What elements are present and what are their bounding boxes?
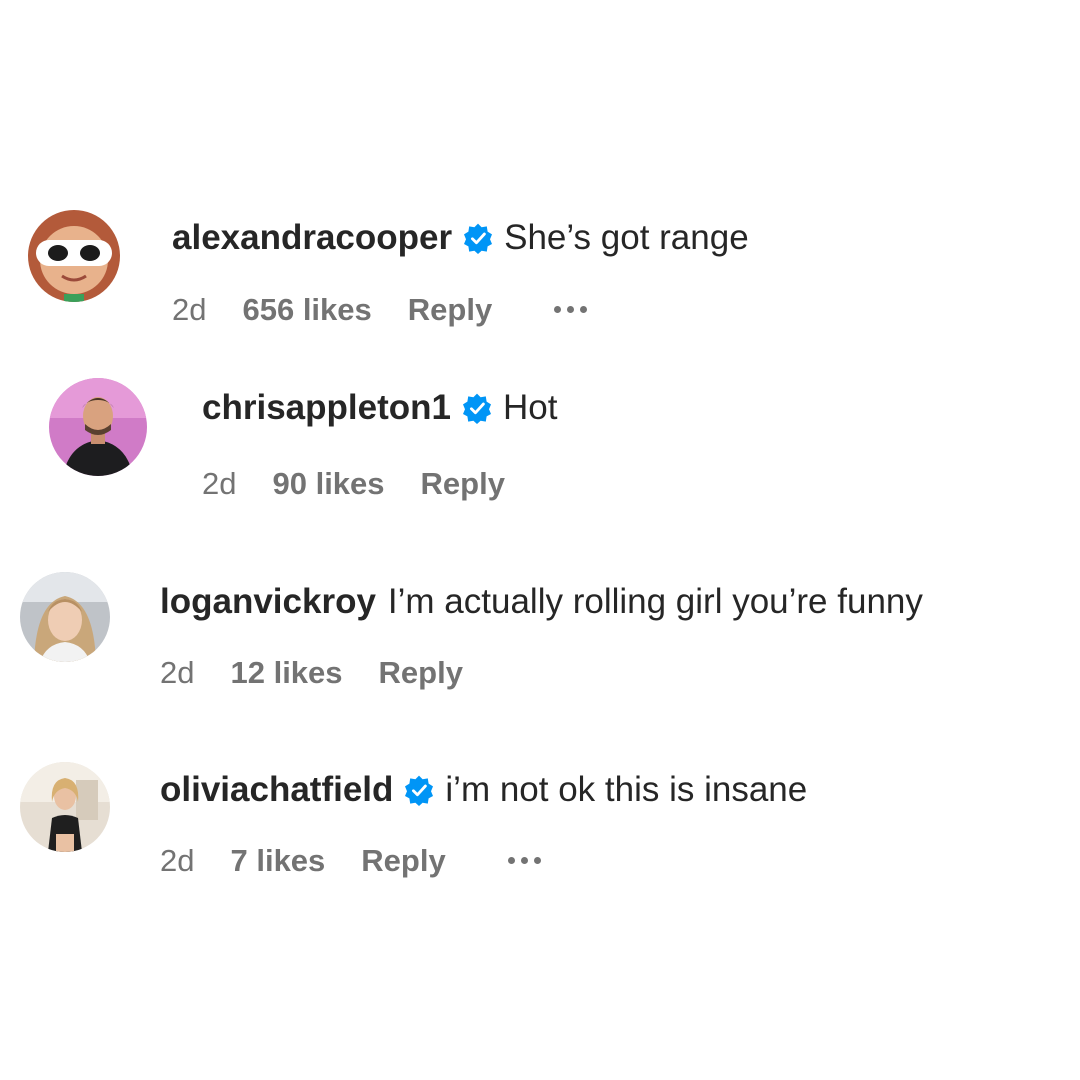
verified-badge-icon <box>462 222 494 254</box>
reply-button[interactable]: Reply <box>379 657 463 688</box>
more-options-icon[interactable] <box>554 306 588 313</box>
comment-meta: 2d 7 likes Reply <box>160 845 541 876</box>
verified-badge-icon <box>403 774 435 806</box>
avatar-image <box>20 572 110 662</box>
more-options-icon[interactable] <box>507 857 541 864</box>
likes-count[interactable]: 12 likes <box>230 657 342 688</box>
avatar-image <box>49 378 147 476</box>
likes-count[interactable]: 656 likes <box>242 294 371 325</box>
comment-line: loganvickroy I’m actually rolling girl y… <box>160 584 923 619</box>
likes-count[interactable]: 90 likes <box>272 468 384 499</box>
username[interactable]: alexandracooper <box>172 220 452 255</box>
verified-badge-icon <box>461 392 493 424</box>
reply-button[interactable]: Reply <box>361 845 445 876</box>
username[interactable]: chrisappleton1 <box>202 390 451 425</box>
comment-text: i’m not ok this is insane <box>445 770 808 809</box>
comment-meta: 2d 656 likes Reply <box>172 292 588 327</box>
avatar[interactable] <box>28 210 120 302</box>
likes-count[interactable]: 7 likes <box>230 845 325 876</box>
avatar[interactable] <box>20 762 110 852</box>
avatar[interactable] <box>20 572 110 662</box>
avatar-image <box>20 762 110 852</box>
comment-line: alexandracooper She’s got range <box>172 220 749 255</box>
comment-text: She’s got range <box>504 218 749 257</box>
avatar-image <box>28 210 120 302</box>
comment-text: Hot <box>502 388 558 427</box>
avatar[interactable] <box>49 378 147 476</box>
username[interactable]: oliviachatfield <box>160 772 393 807</box>
timestamp: 2d <box>160 843 195 878</box>
comment-meta: 2d 12 likes Reply <box>160 657 463 688</box>
timestamp: 2d <box>202 466 237 501</box>
comment-meta: 2d 90 likes Reply <box>202 468 505 499</box>
comment-line: chrisappleton1 Hot <box>202 390 557 425</box>
comment-text: I’m actually rolling girl you’re funny <box>387 582 923 621</box>
reply-button[interactable]: Reply <box>421 468 505 499</box>
timestamp: 2d <box>172 292 207 327</box>
reply-button[interactable]: Reply <box>408 294 492 325</box>
comment-line: oliviachatfield i’m not ok this is insan… <box>160 772 807 807</box>
username[interactable]: loganvickroy <box>160 584 376 619</box>
timestamp: 2d <box>160 655 195 690</box>
